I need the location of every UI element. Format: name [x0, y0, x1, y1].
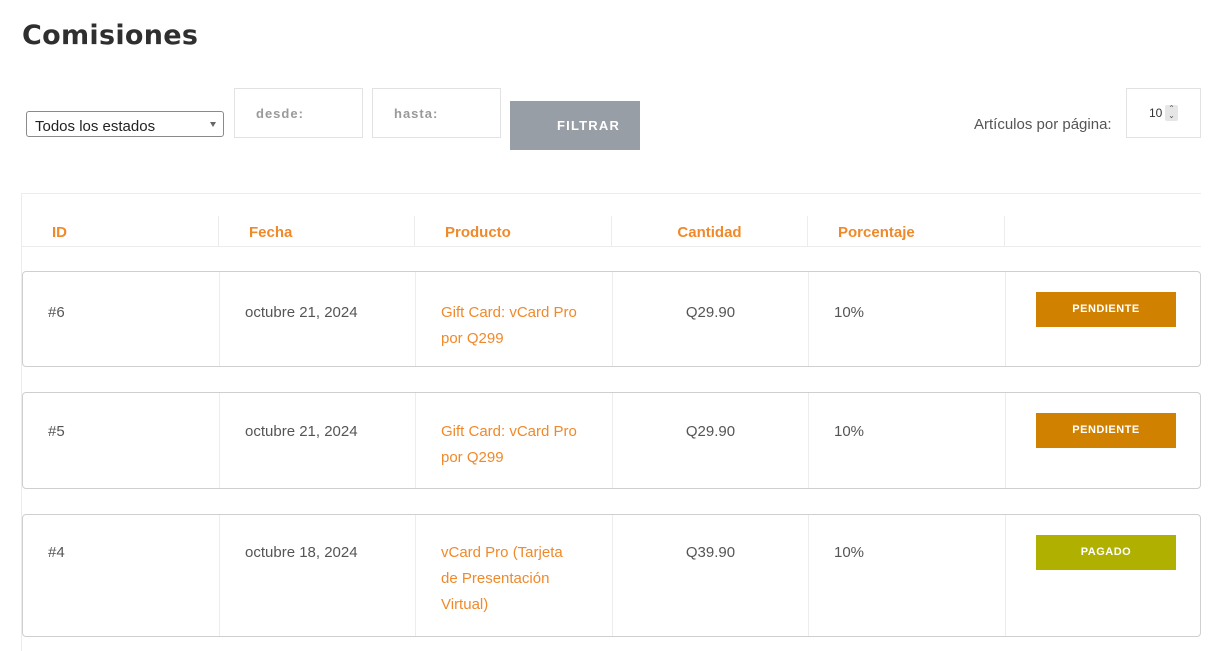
per-page-value: 10 — [1149, 106, 1163, 120]
product-line: Virtual) — [441, 596, 489, 613]
date-from-input[interactable]: desde: — [234, 88, 363, 138]
product-line: Gift Card: vCard Pro — [441, 304, 577, 321]
table-row: #4 octubre 18, 2024 vCard Pro (Tarjeta d… — [22, 514, 1201, 637]
column-header-product[interactable]: Producto — [414, 216, 611, 246]
cell-status: PENDIENTE — [1005, 272, 1202, 366]
cell-amount: Q29.90 — [612, 393, 808, 488]
cell-amount: Q39.90 — [612, 515, 808, 636]
table-row: #6 octubre 21, 2024 Gift Card: vCard Pro… — [22, 271, 1201, 367]
cell-id: #4 — [48, 544, 65, 561]
status-select-value: Todos los estados — [35, 118, 156, 135]
table-row: #5 octubre 21, 2024 Gift Card: vCard Pro… — [22, 392, 1201, 489]
cell-product-link[interactable]: Gift Card: vCard Pro por Q299 — [415, 393, 612, 488]
product-line: de Presentación — [441, 570, 550, 587]
column-header-date[interactable]: Fecha — [218, 216, 414, 246]
table-header-row: ID Fecha Producto Cantidad Porcentaje — [22, 216, 1201, 247]
commissions-page: Comisiones Todos los estados desde: hast… — [0, 0, 1215, 651]
cell-id: #6 — [48, 304, 65, 321]
status-filter-select[interactable]: Todos los estados — [26, 111, 224, 137]
cell-status: PAGADO — [1005, 515, 1202, 636]
cell-status: PENDIENTE — [1005, 393, 1202, 488]
product-line: vCard Pro (Tarjeta — [441, 544, 563, 561]
product-line: Gift Card: vCard Pro — [441, 423, 577, 440]
cell-amount: Q29.90 — [612, 272, 808, 366]
filter-button[interactable]: FILTRAR — [510, 101, 640, 150]
column-header-status — [1004, 216, 1201, 246]
cell-percent: 10% — [808, 515, 1005, 636]
cell-date: octubre 18, 2024 — [219, 515, 415, 636]
cell-percent: 10% — [808, 393, 1005, 488]
per-page-input[interactable]: 10 ⌃ ⌄ — [1126, 88, 1201, 138]
date-to-placeholder: hasta: — [394, 106, 439, 121]
column-header-id[interactable]: ID — [22, 216, 218, 246]
date-from-placeholder: desde: — [256, 106, 304, 121]
cell-product-link[interactable]: vCard Pro (Tarjeta de Presentación Virtu… — [415, 515, 612, 636]
page-title: Comisiones — [22, 20, 199, 51]
status-badge: PAGADO — [1036, 535, 1176, 570]
date-to-input[interactable]: hasta: — [372, 88, 501, 138]
status-badge: PENDIENTE — [1036, 413, 1176, 448]
column-header-percent[interactable]: Porcentaje — [807, 216, 1004, 246]
cell-id: #5 — [48, 423, 65, 440]
product-line: por Q299 — [441, 330, 504, 347]
product-line: por Q299 — [441, 449, 504, 466]
column-header-amount[interactable]: Cantidad — [611, 216, 807, 246]
chevron-down-icon — [210, 122, 216, 127]
status-badge: PENDIENTE — [1036, 292, 1176, 327]
cell-percent: 10% — [808, 272, 1005, 366]
table-top-divider — [22, 193, 1201, 194]
cell-date: octubre 21, 2024 — [219, 272, 415, 366]
cell-product-link[interactable]: Gift Card: vCard Pro por Q299 — [415, 272, 612, 366]
per-page-label: Artículos por página: — [974, 116, 1112, 133]
number-spinner-icon[interactable]: ⌃ ⌄ — [1165, 105, 1178, 121]
cell-date: octubre 21, 2024 — [219, 393, 415, 488]
